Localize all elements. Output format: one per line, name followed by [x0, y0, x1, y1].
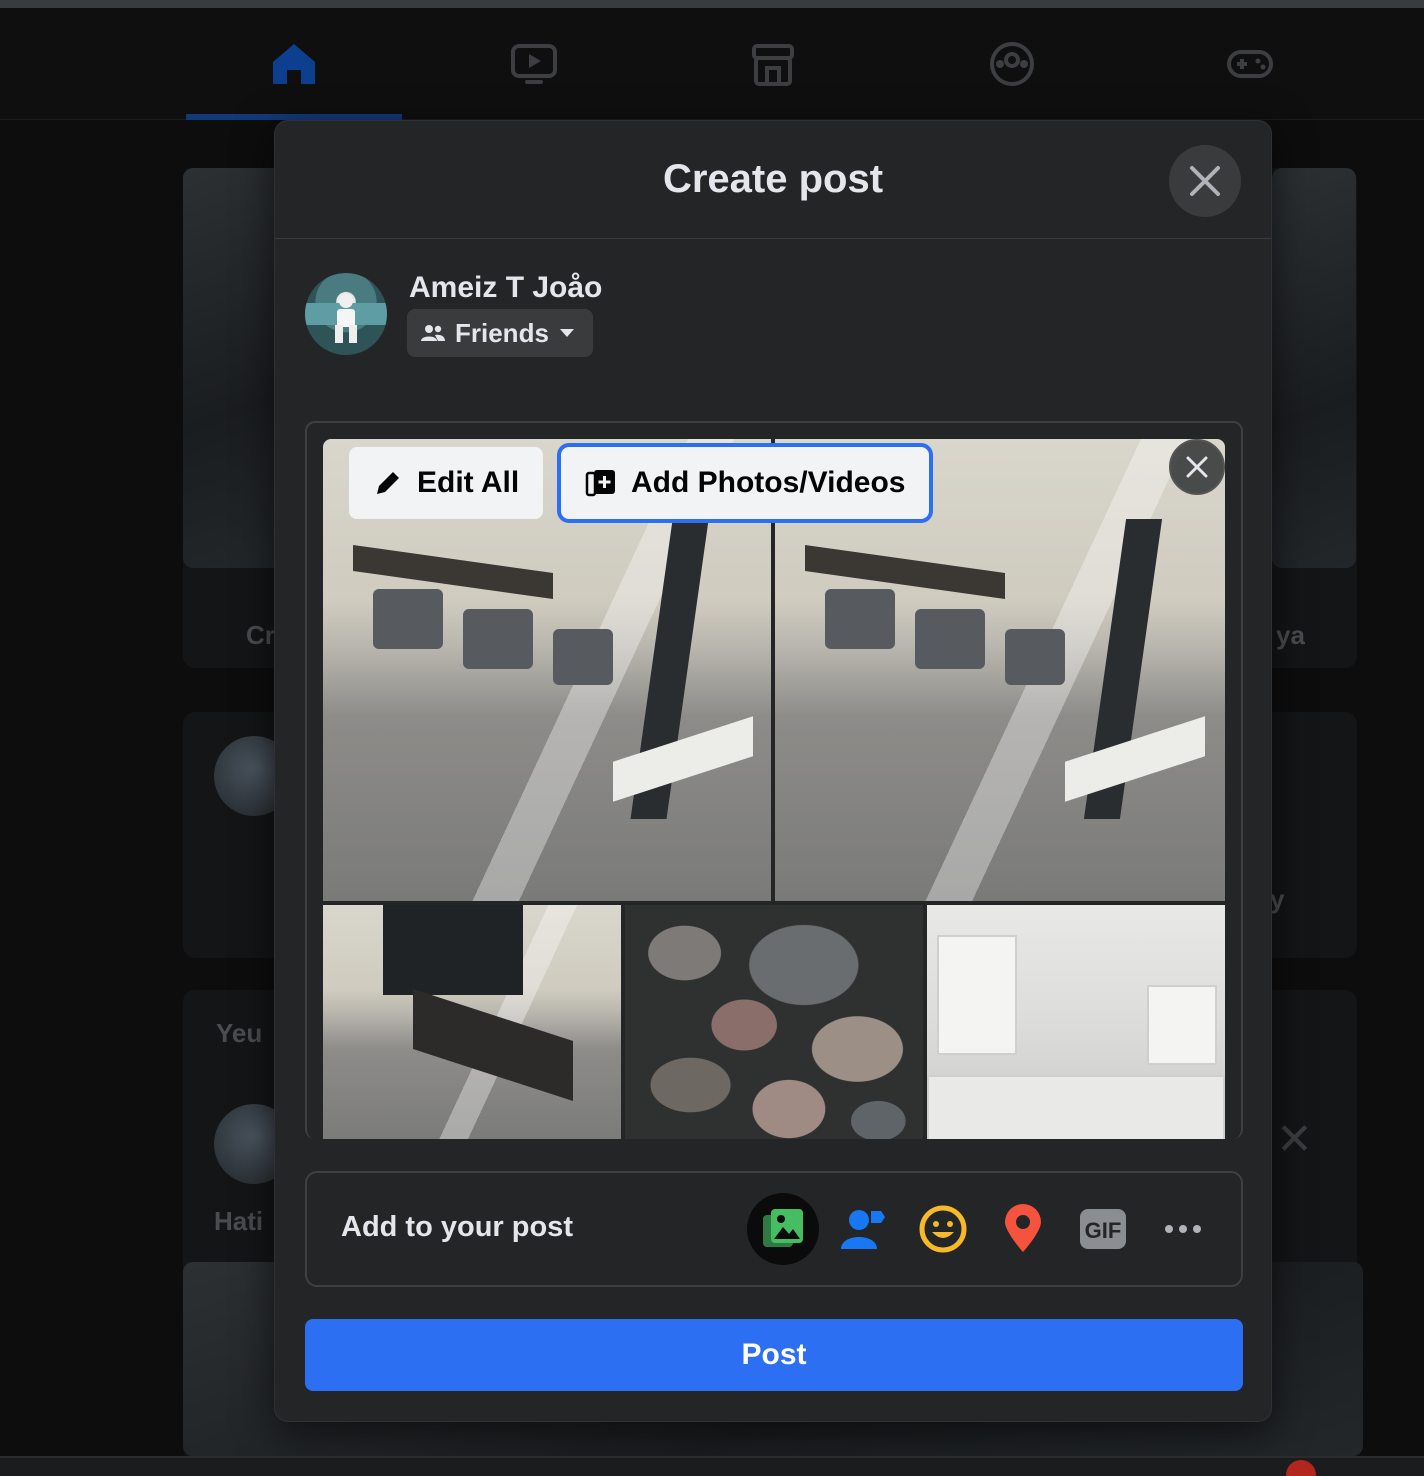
- gaming-icon[interactable]: [1222, 36, 1278, 92]
- window-top-strip: [0, 0, 1424, 8]
- more-icon[interactable]: [1147, 1193, 1219, 1265]
- check-in-icon[interactable]: [987, 1193, 1059, 1265]
- composer-label: y: [1270, 884, 1285, 914]
- dialog-header: Create post: [275, 121, 1271, 239]
- avatar: [305, 273, 387, 355]
- add-to-post-bar: Add to your post GIF: [305, 1171, 1243, 1287]
- media-tile[interactable]: [323, 905, 621, 1139]
- friends-icon: [421, 325, 445, 341]
- pencil-icon: [377, 472, 399, 494]
- media-preview-box: Edit All Add Photos/Videos: [305, 421, 1243, 1139]
- cabinet: [937, 935, 1017, 1055]
- add-photos-videos-label: Add Photos/Videos: [631, 466, 906, 499]
- close-dialog-button[interactable]: [1169, 145, 1241, 217]
- add-photos-videos-button[interactable]: Add Photos/Videos: [561, 447, 930, 519]
- bottom-taskbar: [0, 1456, 1424, 1476]
- feed-post-title: Yeu: [216, 1018, 263, 1048]
- chair: [463, 609, 533, 669]
- author-name: Ameiz T Joåo: [409, 271, 603, 304]
- media-tile[interactable]: [625, 905, 923, 1139]
- add-media-icon: [585, 470, 615, 497]
- audience-label: Friends: [455, 317, 549, 348]
- audience-selector[interactable]: Friends: [407, 309, 593, 357]
- close-icon: [1186, 456, 1208, 478]
- gif-icon[interactable]: GIF: [1067, 1193, 1139, 1265]
- chair: [1005, 629, 1065, 685]
- cabinet: [927, 1075, 1225, 1139]
- close-icon: [1190, 166, 1220, 196]
- close-icon[interactable]: ✕: [1276, 1114, 1313, 1165]
- counter: [413, 989, 573, 1101]
- top-navbar: [0, 8, 1424, 120]
- groups-icon[interactable]: [984, 36, 1040, 92]
- table: [613, 716, 753, 802]
- media-grid: [323, 439, 1225, 1139]
- edit-all-label: Edit All: [417, 466, 520, 499]
- story-thumbnail: [183, 168, 283, 568]
- watch-icon[interactable]: [506, 36, 562, 92]
- chair: [373, 589, 443, 649]
- edit-all-button[interactable]: Edit All: [349, 447, 544, 519]
- feed-post-author: Hati: [214, 1206, 264, 1236]
- story-label: ya: [1276, 620, 1305, 650]
- dialog-title: Create post: [662, 157, 884, 201]
- window: [383, 905, 523, 995]
- caret-down-icon: [559, 329, 574, 337]
- chair: [825, 589, 895, 649]
- marketplace-icon[interactable]: [745, 36, 801, 92]
- story-thumbnail: [1272, 168, 1356, 568]
- home-icon[interactable]: [266, 36, 322, 92]
- chair: [915, 609, 985, 669]
- media-tile[interactable]: [927, 905, 1225, 1139]
- story-label: Cr: [246, 620, 275, 650]
- chair: [553, 629, 613, 685]
- table: [1065, 716, 1205, 802]
- photo-video-icon[interactable]: [747, 1193, 819, 1265]
- feeling-icon[interactable]: [907, 1193, 979, 1265]
- tag-people-icon[interactable]: [827, 1193, 899, 1265]
- create-post-dialog: Create post Ameiz T Joåo Friends Edit Al…: [274, 120, 1272, 1422]
- cabinet: [1147, 985, 1217, 1065]
- add-to-post-label: Add to your post: [341, 1211, 573, 1243]
- svg-text:GIF: GIF: [1085, 1218, 1122, 1243]
- remove-media-button[interactable]: [1169, 439, 1225, 495]
- post-button[interactable]: Post: [305, 1319, 1243, 1391]
